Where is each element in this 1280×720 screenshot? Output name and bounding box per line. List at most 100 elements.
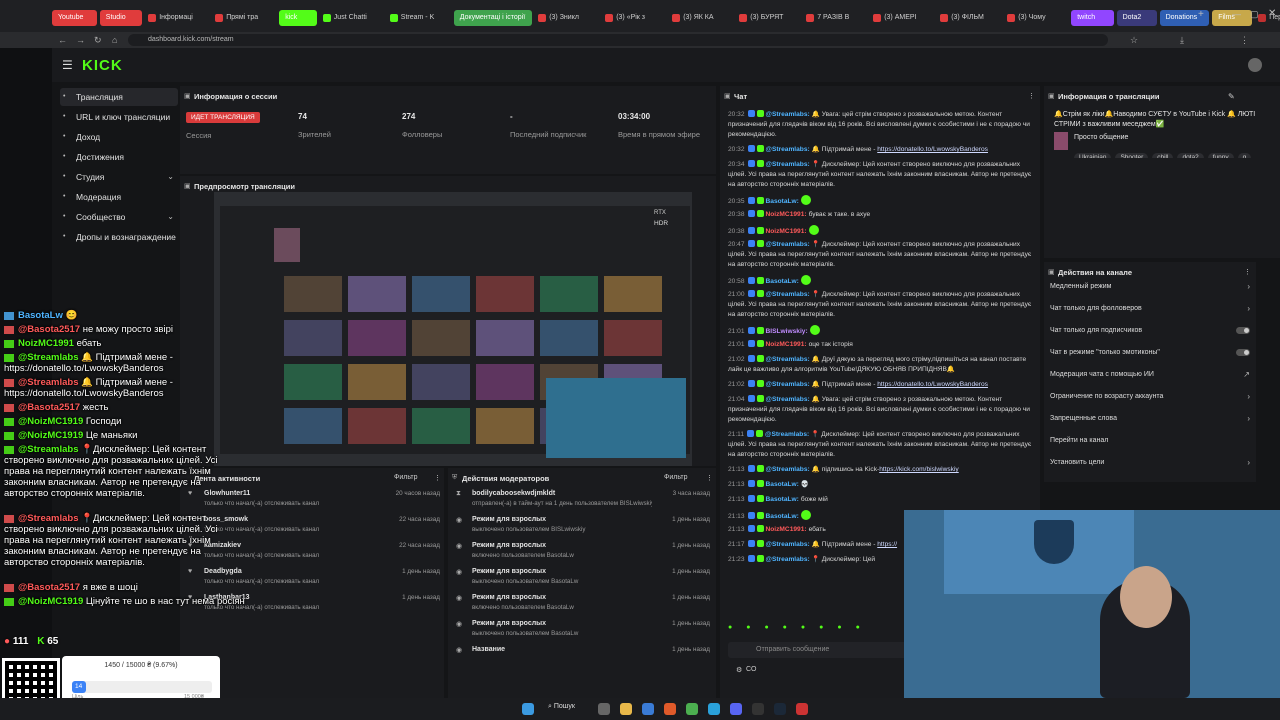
browser-tab[interactable]: (3) АМЕРІ	[870, 10, 934, 26]
steam-icon[interactable]	[774, 703, 786, 715]
chat-username[interactable]: @Streamlabs:	[766, 111, 810, 118]
firefox-icon[interactable]	[664, 703, 676, 715]
chat-username[interactable]: BasotaLw:	[766, 198, 799, 205]
avatar[interactable]	[1248, 58, 1262, 72]
sidebar-item[interactable]: • Сообщество ⌄	[60, 208, 178, 226]
toggle-switch[interactable]	[1236, 349, 1250, 356]
browser-tab[interactable]: Dota2	[1116, 10, 1157, 26]
chat-username[interactable]: @Streamlabs:	[766, 396, 810, 403]
close-icon[interactable]: ✕	[1268, 8, 1276, 19]
chrome-icon[interactable]	[686, 703, 698, 715]
browser-tab[interactable]: (3) Зникл	[535, 10, 599, 26]
bookmark-icon[interactable]: ☆	[1130, 34, 1138, 46]
tag-chip[interactable]: Ukrainian	[1074, 153, 1112, 158]
channel-action-row[interactable]: Медленный режим ›	[1050, 280, 1250, 294]
channel-action-row[interactable]: Запрещенные слова ›	[1050, 412, 1250, 426]
browser-tab[interactable]: Інформаці	[145, 10, 209, 26]
chat-username[interactable]: NoizMC1991:	[766, 526, 807, 533]
discord-icon[interactable]	[730, 703, 742, 715]
sidebar-item[interactable]: • Студия ⌄	[60, 168, 178, 186]
taskbar-search[interactable]: ⌕ Пошук	[548, 703, 575, 711]
browser-tab[interactable]: Документаці і історії	[453, 10, 533, 26]
new-tab-button[interactable]: +	[1198, 9, 1204, 20]
channel-action-row[interactable]: Модерация чата с помощью ИИ ↗	[1050, 368, 1250, 382]
browser-tab[interactable]: (3) БУРЯТ	[736, 10, 800, 26]
chat-username[interactable]: BasotaLw:	[766, 496, 799, 503]
sidebar-item[interactable]: • Трансляция	[60, 88, 178, 106]
browser-tab[interactable]: (3) Чому	[1004, 10, 1068, 26]
browser-tab[interactable]: kick	[279, 10, 317, 26]
channel-action-row[interactable]: Чат только для подписчиков	[1050, 324, 1250, 338]
chat-username[interactable]: BasotaLw:	[766, 278, 799, 285]
sidebar-item[interactable]: • Достижения	[60, 148, 178, 166]
tag-chip[interactable]: chill	[1152, 153, 1174, 158]
browser-tab[interactable]: Youtube	[52, 10, 97, 26]
home-icon[interactable]: ⌂	[112, 34, 117, 46]
chat-username[interactable]: NoizMC1991:	[766, 341, 807, 348]
chat-username[interactable]: BISLwiwskiy:	[766, 328, 808, 335]
sidebar-item[interactable]: • URL и ключ трансляции	[60, 108, 178, 126]
channel-action-row[interactable]: Чат в режиме "только эмотиконы"	[1050, 346, 1250, 360]
chat-link[interactable]: https://donatello.to/LwowskyBanderos	[877, 146, 988, 153]
channel-action-row[interactable]: Чат только для фолловеров ›	[1050, 302, 1250, 316]
chat-username[interactable]: @Streamlabs:	[766, 146, 810, 153]
chat-settings-icon[interactable]: ⚙	[736, 666, 742, 674]
maximize-icon[interactable]: ▢	[1250, 9, 1259, 20]
chat-username[interactable]: @Streamlabs:	[766, 356, 810, 363]
app-icon[interactable]	[796, 703, 808, 715]
tag-chip[interactable]: Shooter	[1115, 153, 1149, 158]
obs-icon[interactable]	[752, 703, 764, 715]
sidebar-item[interactable]: • Модерация	[60, 188, 178, 206]
chat-username[interactable]: @Streamlabs:	[766, 161, 810, 168]
download-icon[interactable]: ⤓	[1180, 34, 1184, 46]
more-icon[interactable]: ⋮	[434, 474, 441, 482]
telegram-icon[interactable]	[708, 703, 720, 715]
browser-tab[interactable]: 7 РАЗІВ В	[803, 10, 867, 26]
back-icon[interactable]: ←	[58, 34, 67, 46]
channel-action-row[interactable]: Перейти на канал	[1050, 434, 1250, 448]
browser-tab[interactable]: Just Chatti	[320, 10, 384, 26]
menu-icon[interactable]: ⋮	[1240, 34, 1249, 46]
reload-icon[interactable]: ↻	[94, 34, 102, 46]
chat-username[interactable]: @Streamlabs:	[766, 466, 810, 473]
sidebar-item[interactable]: • Дропы и вознаграждение	[60, 228, 178, 246]
explorer-icon[interactable]	[620, 703, 632, 715]
tag-chip[interactable]: funny	[1207, 153, 1234, 158]
chat-username[interactable]: NoizMC1991:	[766, 211, 807, 218]
browser-tab[interactable]: (3) ЯК КА	[669, 10, 733, 26]
chat-username[interactable]: @Streamlabs:	[765, 431, 809, 438]
forward-icon[interactable]: →	[76, 34, 85, 46]
more-icon[interactable]: ⋮	[1244, 268, 1251, 276]
chat-username[interactable]: @Streamlabs:	[766, 381, 810, 388]
browser-tab[interactable]: Прямі тра	[212, 10, 276, 26]
channel-action-row[interactable]: Установить цели ›	[1050, 456, 1250, 470]
chat-link[interactable]: https://kick.com/bislwiwskiy	[879, 466, 959, 473]
browser-tab[interactable]: Stream - K	[387, 10, 451, 26]
start-icon[interactable]	[522, 703, 534, 715]
chat-link[interactable]: https://	[877, 541, 897, 548]
mod-filter-button[interactable]: Фильтр	[664, 474, 688, 481]
task-view-icon[interactable]	[598, 703, 610, 715]
browser-tab[interactable]: (3) «Рік з	[602, 10, 666, 26]
url-input[interactable]: dashboard.kick.com/stream	[128, 34, 1108, 46]
channel-action-row[interactable]: Ограничение по возрасту аккаунта ›	[1050, 390, 1250, 404]
toggle-switch[interactable]	[1236, 327, 1250, 334]
kick-logo[interactable]: KICK	[82, 57, 123, 74]
edit-icon[interactable]: ✎	[1228, 92, 1235, 101]
chat-username[interactable]: @Streamlabs:	[766, 291, 810, 298]
minimize-icon[interactable]: —	[1232, 9, 1241, 19]
chat-link[interactable]: https://donatello.to/LwowskyBanderos	[877, 381, 988, 388]
chat-username[interactable]: @Streamlabs:	[766, 556, 810, 563]
sidebar-item[interactable]: • Доход	[60, 128, 178, 146]
chat-username[interactable]: @Streamlabs:	[766, 541, 810, 548]
browser-tab[interactable]: Studio	[99, 10, 143, 26]
more-icon[interactable]: ⋮	[1028, 92, 1035, 100]
tag-chip[interactable]: g	[1237, 153, 1252, 158]
chat-username[interactable]: @Streamlabs:	[766, 241, 810, 248]
edge-icon[interactable]	[642, 703, 654, 715]
browser-tab[interactable]: (3) ФІЛЬМ	[937, 10, 1001, 26]
chat-username[interactable]: BasotaLw:	[766, 481, 799, 488]
chat-username[interactable]: NoizMC1991:	[766, 228, 807, 235]
preview-video[interactable]: RTX HDR	[214, 192, 692, 466]
activity-filter-button[interactable]: Фильтр	[394, 474, 418, 481]
